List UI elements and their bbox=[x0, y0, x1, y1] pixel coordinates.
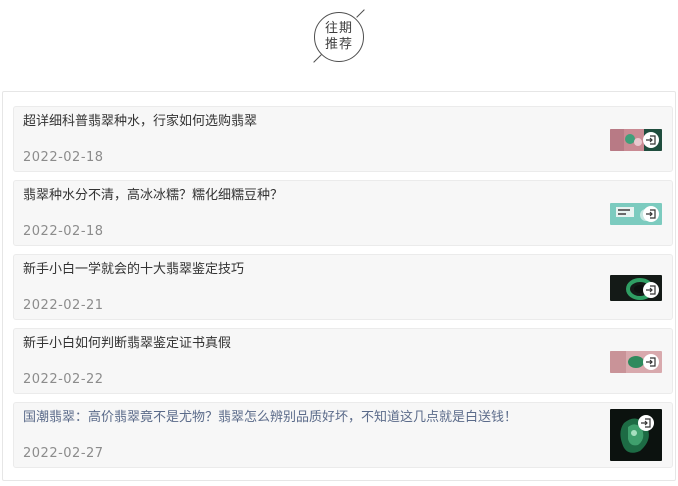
jump-link-icon bbox=[643, 354, 659, 370]
article-thumbnail[interactable] bbox=[610, 351, 662, 373]
badge-text-line2: 推荐 bbox=[324, 37, 353, 52]
article-card[interactable]: 新手小白一学就会的十大翡翠鉴定技巧 2022-02-21 bbox=[13, 254, 673, 320]
article-date: 2022-02-18 bbox=[23, 150, 104, 165]
article-date: 2022-02-27 bbox=[23, 446, 104, 461]
jump-link-icon bbox=[643, 206, 659, 222]
article-card[interactable]: 新手小白如何判断翡翠鉴定证书真假 2022-02-22 bbox=[13, 328, 673, 394]
article-thumbnail[interactable] bbox=[610, 275, 662, 301]
badge-decor-line bbox=[356, 9, 365, 18]
article-date: 2022-02-21 bbox=[23, 298, 104, 313]
jump-link-icon bbox=[638, 415, 654, 431]
article-title[interactable]: 新手小白如何判断翡翠鉴定证书真假 bbox=[23, 335, 231, 353]
page: 往期 推荐 超详细科普翡翠种水，行家如何选购翡翠 2022-02-18 翡翠种水… bbox=[0, 0, 678, 486]
badge-text-line1: 往期 bbox=[324, 21, 353, 36]
article-thumbnail[interactable] bbox=[610, 129, 662, 151]
badge-circle: 往期 推荐 bbox=[314, 12, 364, 62]
article-card[interactable]: 超详细科普翡翠种水，行家如何选购翡翠 2022-02-18 bbox=[13, 106, 673, 172]
article-card[interactable]: 国潮翡翠：高价翡翠竟不是尤物？翡翠怎么辨别品质好坏，不知道这几点就是白送钱！ 2… bbox=[13, 402, 673, 468]
article-card[interactable]: 翡翠种水分不清，高冰冰糯？糯化细糯豆种？ 2022-02-18 bbox=[13, 180, 673, 246]
jump-link-icon bbox=[643, 282, 659, 298]
article-thumbnail[interactable] bbox=[610, 409, 662, 461]
section-badge: 往期 推荐 bbox=[309, 7, 369, 65]
article-date: 2022-02-22 bbox=[23, 372, 104, 387]
article-title[interactable]: 国潮翡翠：高价翡翠竟不是尤物？翡翠怎么辨别品质好坏，不知道这几点就是白送钱！ bbox=[23, 409, 517, 427]
article-title[interactable]: 超详细科普翡翠种水，行家如何选购翡翠 bbox=[23, 113, 257, 131]
article-list: 超详细科普翡翠种水，行家如何选购翡翠 2022-02-18 翡翠种水分不清，高冰… bbox=[2, 91, 676, 481]
article-title[interactable]: 翡翠种水分不清，高冰冰糯？糯化细糯豆种？ bbox=[23, 187, 283, 205]
article-title[interactable]: 新手小白一学就会的十大翡翠鉴定技巧 bbox=[23, 261, 244, 279]
thumbnail-image bbox=[610, 409, 662, 461]
badge-decor-line bbox=[313, 54, 322, 63]
jump-link-icon bbox=[643, 132, 659, 148]
article-thumbnail[interactable] bbox=[610, 203, 662, 225]
article-date: 2022-02-18 bbox=[23, 224, 104, 239]
